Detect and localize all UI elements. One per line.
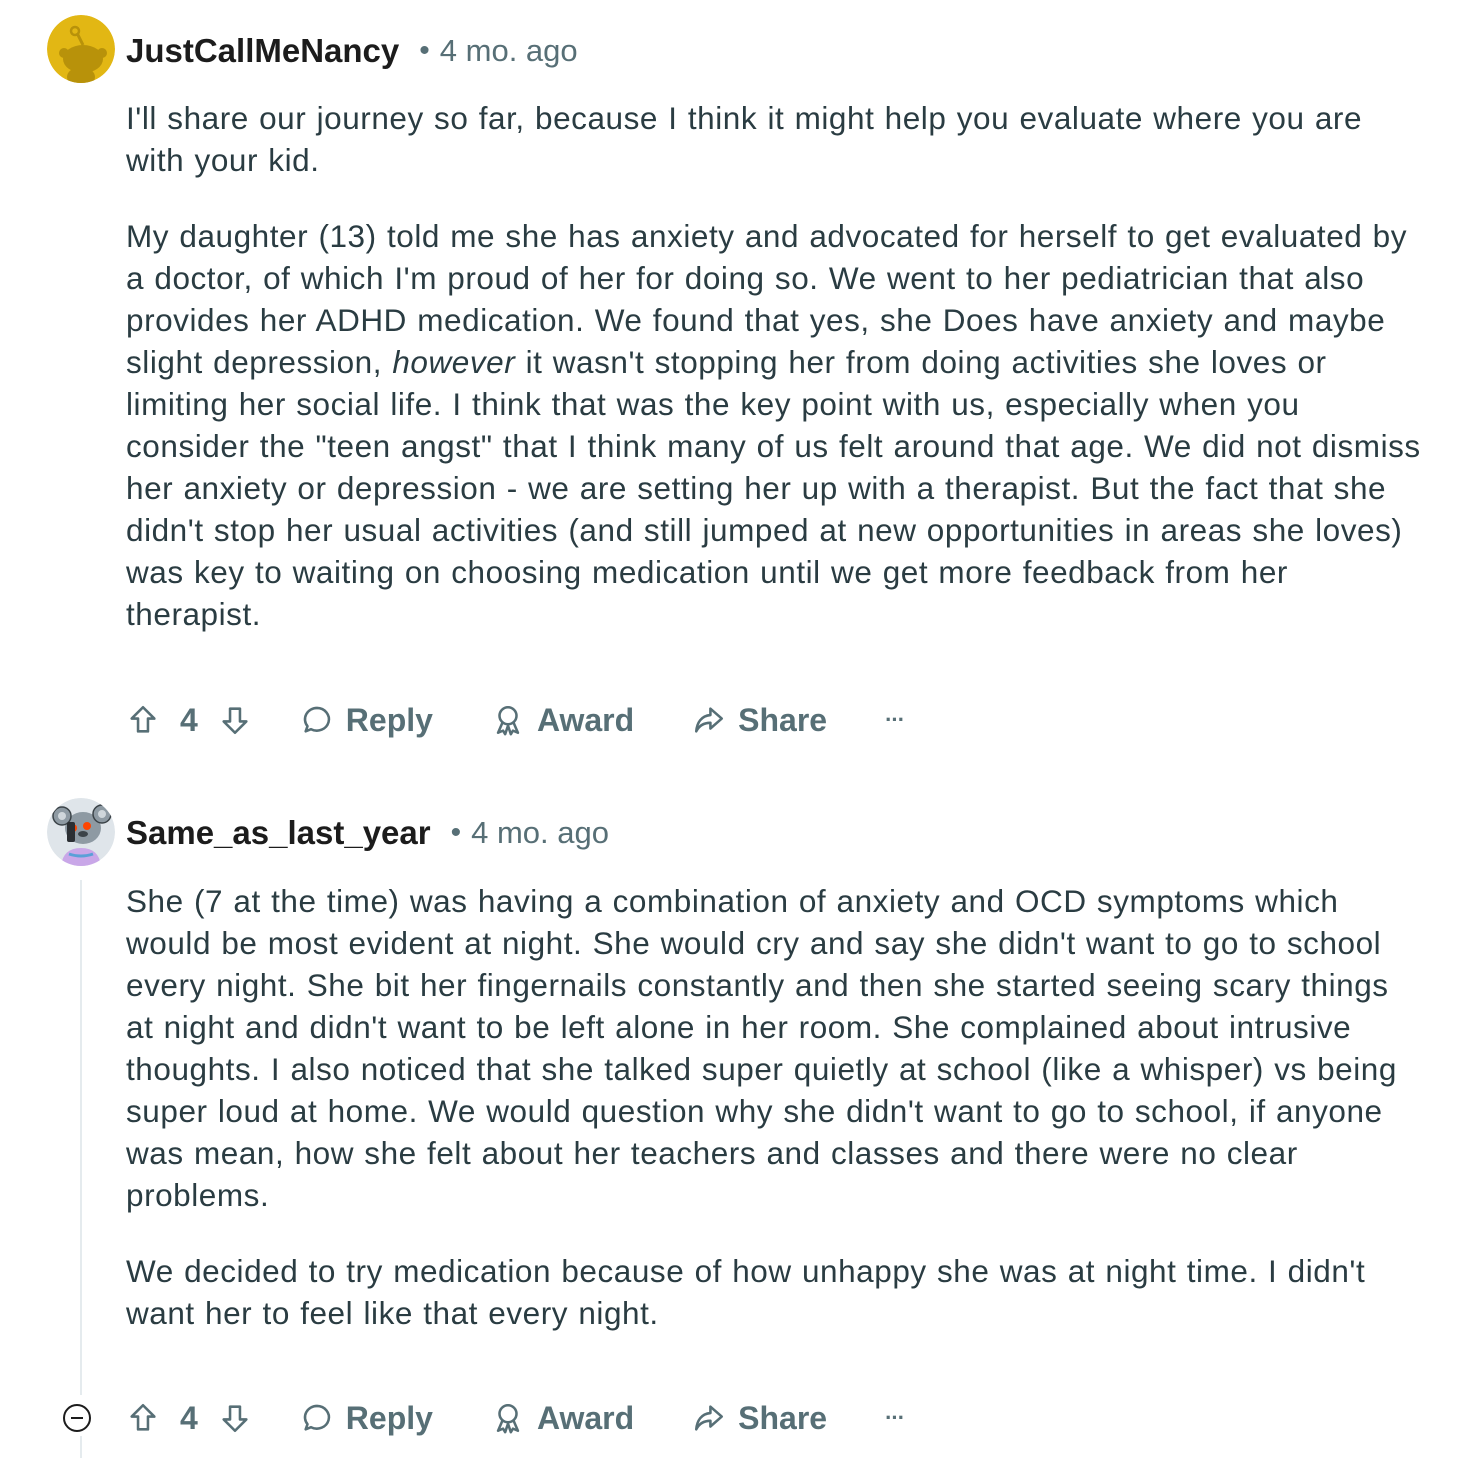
more-options-icon: ··· <box>885 707 905 732</box>
vote-count: 4 <box>180 701 198 738</box>
upvote-icon[interactable] <box>126 1401 160 1435</box>
vote-count: 4 <box>180 1399 198 1436</box>
comment-paragraph: I'll share our journey so far, because I… <box>126 100 1363 178</box>
comment-body: She (7 at the time) was having a combina… <box>126 880 1426 1334</box>
award-icon <box>491 703 525 737</box>
award-button[interactable]: Award <box>491 1400 634 1437</box>
avatar[interactable] <box>47 798 115 866</box>
downvote-icon[interactable] <box>218 1401 252 1435</box>
comment-paragraph: My daughter (13) told me she has anxiety… <box>126 215 1426 635</box>
award-icon <box>491 1401 525 1435</box>
award-label: Award <box>536 701 635 738</box>
reply-button[interactable]: Reply <box>300 1400 433 1437</box>
upvote-icon[interactable] <box>126 703 160 737</box>
comment-paragraph: We decided to try medication because of … <box>126 1253 1366 1331</box>
share-icon <box>692 1401 726 1435</box>
comment-body: I'll share our journey so far, because I… <box>126 97 1426 635</box>
reply-label: Reply <box>345 1399 433 1436</box>
timestamp[interactable]: 4 mo. ago <box>471 815 609 851</box>
share-label: Share <box>738 1399 828 1436</box>
text-segment: it wasn't stopping her from doing activi… <box>126 344 1421 632</box>
share-button[interactable]: Share <box>692 702 827 739</box>
emphasis-text: however <box>392 344 516 380</box>
comment-meta: JustCallMeNancy • 4 mo. ago <box>126 21 578 81</box>
meta-separator: • <box>419 34 430 67</box>
thread-line <box>80 1436 82 1458</box>
comment-actions: 4 Reply Award Share ··· <box>126 1388 905 1448</box>
vote-group: 4 <box>126 702 252 739</box>
username[interactable]: Same_as_last_year <box>126 814 431 852</box>
timestamp[interactable]: 4 mo. ago <box>440 33 578 69</box>
more-options-button[interactable]: ··· <box>885 707 905 733</box>
meta-separator: • <box>450 816 462 849</box>
username[interactable]: JustCallMeNancy <box>126 32 399 70</box>
collapse-thread-button[interactable] <box>62 1403 92 1433</box>
award-label: Award <box>536 1399 635 1436</box>
more-options-icon: ··· <box>885 1405 905 1430</box>
share-label: Share <box>738 701 828 738</box>
share-icon <box>692 703 726 737</box>
avatar[interactable] <box>47 15 115 83</box>
collapse-minus-icon <box>63 1404 91 1432</box>
comment-paragraph: She (7 at the time) was having a combina… <box>126 883 1397 1213</box>
comment-bubble-icon <box>300 1401 334 1435</box>
award-button[interactable]: Award <box>491 702 634 739</box>
comment-meta: Same_as_last_year • 4 mo. ago <box>126 803 609 863</box>
snoo-avatar-icon <box>47 15 115 83</box>
reply-label: Reply <box>345 701 433 738</box>
vote-group: 4 <box>126 1400 252 1437</box>
reply-button[interactable]: Reply <box>300 702 433 739</box>
more-options-button[interactable]: ··· <box>885 1405 905 1431</box>
downvote-icon[interactable] <box>218 703 252 737</box>
comment-actions: 4 Reply Award Share ··· <box>126 690 905 750</box>
comment-bubble-icon <box>300 703 334 737</box>
thread-line[interactable] <box>80 880 82 1395</box>
share-button[interactable]: Share <box>692 1400 827 1437</box>
snoo-avatar-icon <box>47 798 115 866</box>
